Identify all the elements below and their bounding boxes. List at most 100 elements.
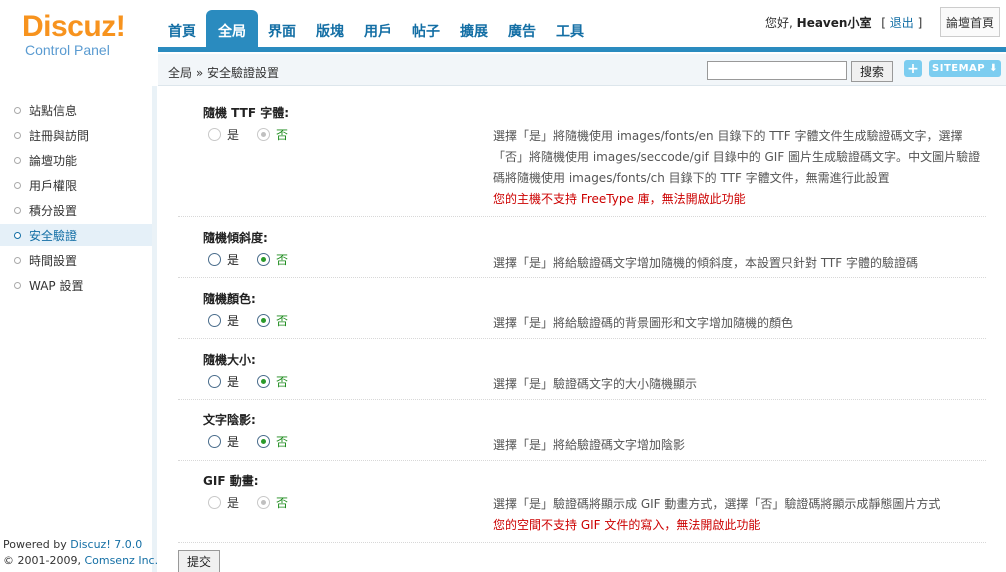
nav-tab-home[interactable]: 首頁: [158, 10, 206, 48]
sidebar-item-label: 註冊與訪問: [29, 128, 90, 143]
radio-yes-label: 是: [227, 496, 240, 510]
copyright: © 2001-2009, Comsenz Inc.: [3, 553, 158, 569]
radio-no-label: 否: [276, 253, 289, 267]
sidebar-item-registration[interactable]: 註冊與訪問: [0, 124, 152, 146]
setting-row-random-size: 隨機大小: 是 否 選擇「是」驗證碼文字的大小隨機顯示: [178, 339, 986, 400]
setting-warning: 您的主機不支持 FreeType 庫，無法開啟此功能: [493, 192, 746, 206]
radio-yes[interactable]: [208, 435, 221, 448]
radio-no-label: 否: [276, 496, 289, 510]
copyright-link[interactable]: Comsenz Inc.: [84, 554, 158, 567]
radio-yes-label: 是: [227, 435, 240, 449]
nav-tab-interface[interactable]: 界面: [258, 10, 306, 48]
bullet-icon: [14, 206, 21, 214]
setting-title: 隨機大小:: [203, 353, 256, 367]
radio-yes[interactable]: [208, 375, 221, 388]
bullet-icon: [14, 231, 21, 239]
radio-no[interactable]: [257, 496, 271, 509]
powered-by: Powered by Discuz! 7.0.0: [3, 537, 158, 553]
sidebar-item-label: 用戶權限: [29, 178, 78, 193]
bullet-icon: [14, 156, 21, 164]
radio-yes[interactable]: [208, 496, 221, 509]
radio-no-label: 否: [276, 375, 289, 389]
setting-title: 隨機顏色:: [203, 292, 256, 306]
sitemap-button[interactable]: SITEMAP ⬇: [929, 60, 1001, 77]
main-nav: 首頁 全局 界面 版塊 用戶 帖子 擴展 廣告 工具: [158, 10, 594, 48]
logo[interactable]: Discuz! Control Panel: [22, 10, 132, 59]
breadcrumb: 全局 » 安全驗證設置: [168, 66, 279, 80]
powered-by-text: Powered by: [3, 538, 71, 551]
setting-options: 是 否: [208, 373, 306, 390]
copyright-text: © 2001-2009,: [3, 554, 85, 567]
search-input[interactable]: [707, 61, 847, 80]
sidebar-item-label: 論壇功能: [29, 153, 78, 168]
powered-by-link[interactable]: Discuz! 7.0.0: [70, 538, 142, 551]
radio-no[interactable]: [257, 128, 271, 141]
add-shortcut-button[interactable]: +: [904, 60, 922, 77]
setting-options: 是 否: [208, 251, 306, 268]
sidebar-item-user-permissions[interactable]: 用戶權限: [0, 174, 152, 196]
greeting: 您好,: [765, 16, 793, 30]
radio-no[interactable]: [257, 375, 271, 388]
setting-warning: 您的空間不支持 GIF 文件的寫入，無法開啟此功能: [493, 518, 761, 532]
radio-no-label: 否: [276, 314, 289, 328]
setting-options: 是 否: [208, 433, 306, 450]
radio-no[interactable]: [257, 253, 271, 266]
radio-yes[interactable]: [208, 253, 221, 266]
sidebar-divider: [152, 86, 157, 572]
setting-description: 選擇「是」將給驗證碼文字增加陰影: [493, 438, 686, 452]
sidebar-item-security[interactable]: 安全驗證: [0, 224, 152, 246]
radio-yes-label: 是: [227, 128, 240, 142]
bullet-icon: [14, 256, 21, 264]
radio-yes[interactable]: [208, 128, 221, 141]
setting-options: 是 否: [208, 126, 306, 143]
nav-tab-tools[interactable]: 工具: [546, 10, 594, 48]
bullet-icon: [14, 106, 21, 114]
sidebar-item-label: 時間設置: [29, 253, 78, 268]
radio-yes[interactable]: [208, 314, 221, 327]
setting-description: 選擇「是」驗證碼文字的大小隨機顯示: [493, 377, 698, 391]
sidebar-item-wap[interactable]: WAP 設置: [0, 274, 152, 296]
nav-tab-users[interactable]: 用戶: [354, 10, 402, 48]
sidebar-item-credits[interactable]: 積分設置: [0, 199, 152, 221]
logout-link[interactable]: 退出: [890, 16, 914, 30]
setting-description: 選擇「是」將給驗證碼文字增加隨機的傾斜度，本設置只針對 TTF 字體的驗證碼: [493, 256, 918, 270]
setting-row-text-shadow: 文字陰影: 是 否 選擇「是」將給驗證碼文字增加陰影: [178, 400, 986, 461]
sidebar-item-forum-features[interactable]: 論壇功能: [0, 149, 152, 171]
nav-tab-posts[interactable]: 帖子: [402, 10, 450, 48]
logo-subtitle: Control Panel: [25, 42, 110, 58]
radio-no[interactable]: [257, 314, 271, 327]
bullet-icon: [14, 181, 21, 189]
submit-button[interactable]: 提交: [178, 550, 220, 572]
radio-no-label: 否: [276, 128, 289, 142]
setting-options: 是 否: [208, 494, 306, 511]
setting-description: 選擇「是」將給驗證碼的背景圖形和文字增加隨機的顏色: [493, 316, 794, 330]
forum-home-button[interactable]: 論壇首頁: [940, 7, 1000, 37]
sidebar-item-site-info[interactable]: 站點信息: [0, 99, 152, 121]
sidebar: 站點信息 註冊與訪問 論壇功能 用戶權限 積分設置 安全驗證 時間設置 WAP …: [0, 86, 156, 572]
setting-options: 是 否: [208, 312, 306, 329]
bracket-close: ]: [917, 16, 923, 30]
sidebar-item-label: 安全驗證: [29, 228, 78, 243]
radio-yes-label: 是: [227, 253, 240, 267]
radio-yes-label: 是: [227, 375, 240, 389]
nav-tab-forums[interactable]: 版塊: [306, 10, 354, 48]
header: Discuz! Control Panel 首頁 全局 界面 版塊 用戶 帖子 …: [0, 0, 1006, 58]
nav-tab-extensions[interactable]: 擴展: [450, 10, 498, 48]
setting-description-text: 選擇「是」將隨機使用 images/fonts/en 目錄下的 TTF 字體文件…: [493, 129, 981, 185]
sidebar-item-time[interactable]: 時間設置: [0, 249, 152, 271]
setting-description-text: 選擇「是」驗證碼將顯示成 GIF 動畫方式，選擇「否」驗證碼將顯示成靜態圖片方式: [493, 497, 941, 511]
setting-description: 選擇「是」將隨機使用 images/fonts/en 目錄下的 TTF 字體文件…: [493, 126, 983, 210]
setting-title: 隨機傾斜度:: [203, 231, 268, 245]
setting-description: 選擇「是」驗證碼將顯示成 GIF 動畫方式，選擇「否」驗證碼將顯示成靜態圖片方式…: [493, 494, 983, 536]
setting-row-ttf-font: 隨機 TTF 字體: 是 否 選擇「是」將隨機使用 images/fonts/e…: [178, 86, 986, 217]
footer-info: Powered by Discuz! 7.0.0 © 2001-2009, Co…: [3, 537, 158, 569]
search-button[interactable]: 搜索: [851, 61, 893, 82]
nav-tab-global[interactable]: 全局: [206, 10, 258, 48]
nav-tab-ads[interactable]: 廣告: [498, 10, 546, 48]
logo-brand: Discuz!: [22, 10, 126, 43]
user-info: 您好, Heaven小室 [ 退出 ]: [765, 14, 922, 31]
bracket-open: [: [881, 16, 886, 30]
setting-title: 隨機 TTF 字體:: [203, 106, 289, 120]
sidebar-item-label: WAP 設置: [29, 278, 84, 293]
radio-no[interactable]: [257, 435, 271, 448]
